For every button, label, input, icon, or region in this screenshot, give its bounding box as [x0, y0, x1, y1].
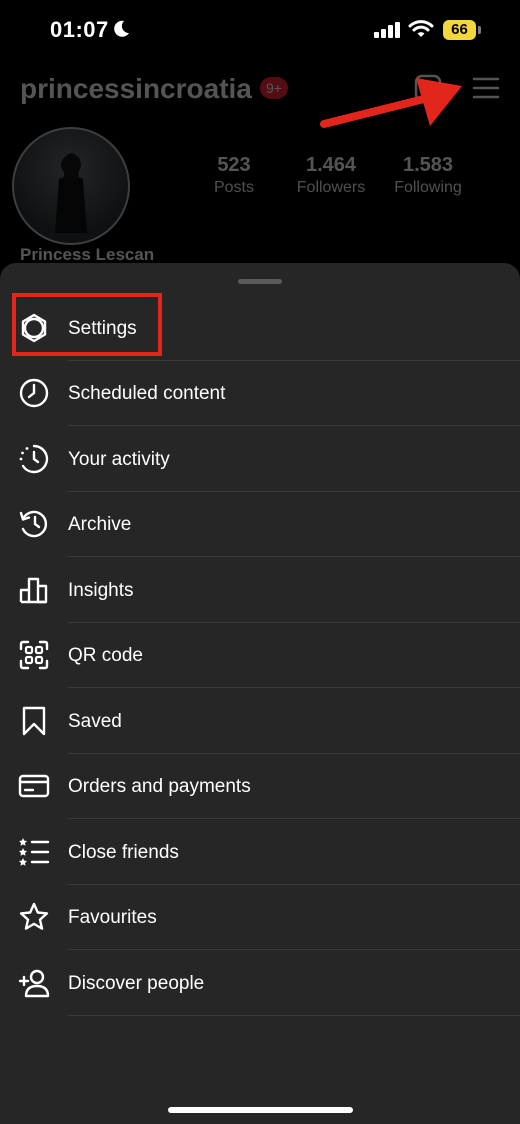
- notification-badge: 9+: [260, 77, 288, 99]
- battery-cap: [478, 26, 481, 34]
- wifi-icon: [408, 20, 434, 37]
- divider: [68, 818, 520, 819]
- menu-item-close-friends[interactable]: Close friends: [0, 820, 520, 885]
- menu-item-label: Saved: [68, 711, 122, 732]
- menu-item-orders-and-payments[interactable]: Orders and payments: [0, 754, 520, 819]
- following-stat[interactable]: 1.583 Following: [378, 154, 478, 197]
- divider: [68, 1015, 520, 1016]
- profile-display-name: Princess Lescan: [20, 245, 155, 264]
- posts-stat[interactable]: 523 Posts: [184, 154, 284, 197]
- status-bar: 01:07 66: [0, 0, 520, 62]
- divider: [68, 949, 520, 950]
- menu-item-qr-code[interactable]: QR code: [0, 623, 520, 688]
- divider: [68, 425, 520, 426]
- menu-item-favourites[interactable]: Favourites: [0, 885, 520, 950]
- menu-item-scheduled-content[interactable]: Scheduled content: [0, 361, 520, 426]
- menu-item-label: Discover people: [68, 973, 205, 994]
- credit-card-icon: [18, 774, 50, 798]
- hamburger-menu-icon[interactable]: [472, 76, 500, 100]
- followers-count: 1.464: [305, 154, 357, 176]
- menu-item-label: Favourites: [68, 907, 157, 928]
- menu-item-insights[interactable]: Insights: [0, 558, 520, 623]
- followers-stat[interactable]: 1.464 Followers: [281, 154, 381, 197]
- menu-bottom-sheet: Settings Scheduled content Your activity…: [0, 263, 520, 1124]
- following-label: Following: [394, 179, 462, 196]
- menu-item-archive[interactable]: Archive: [0, 492, 520, 557]
- posts-label: Posts: [213, 179, 254, 196]
- bookmark-icon: [22, 706, 46, 736]
- close-friends-list-icon: [19, 838, 50, 866]
- menu-item-label: Your activity: [68, 449, 170, 470]
- status-time: 01:07: [50, 17, 109, 42]
- followers-label: Followers: [296, 179, 366, 196]
- menu-item-label: Orders and payments: [68, 776, 251, 797]
- annotation-arrow-icon: [320, 78, 462, 128]
- battery-indicator: 66: [443, 20, 476, 40]
- cellular-signal-icon: [374, 22, 400, 38]
- divider: [68, 687, 520, 688]
- menu-item-saved[interactable]: Saved: [0, 689, 520, 754]
- clock-icon: [19, 378, 49, 408]
- menu-item-label: QR code: [68, 645, 143, 666]
- insights-chart-icon: [19, 577, 48, 604]
- activity-icon: [19, 444, 49, 474]
- moon-icon: [114, 20, 129, 37]
- menu-item-your-activity[interactable]: Your activity: [0, 427, 520, 492]
- archive-icon: [19, 510, 48, 538]
- home-indicator[interactable]: [168, 1107, 353, 1113]
- menu-item-label: Archive: [68, 514, 132, 535]
- profile-username[interactable]: princessincroatia: [20, 73, 252, 105]
- menu-item-label: Insights: [68, 580, 134, 601]
- divider: [68, 556, 520, 557]
- add-person-icon: [18, 969, 50, 998]
- profile-avatar[interactable]: [12, 127, 130, 245]
- star-icon: [19, 902, 49, 930]
- following-count: 1.583: [402, 154, 454, 176]
- menu-item-label: Close friends: [68, 842, 179, 863]
- avatar-figure: [55, 153, 87, 233]
- sheet-drag-handle[interactable]: [238, 279, 282, 284]
- qr-code-icon: [19, 640, 49, 670]
- menu-item-discover-people[interactable]: Discover people: [0, 951, 520, 1016]
- posts-count: 523: [217, 154, 251, 176]
- menu-item-label: Scheduled content: [68, 383, 226, 404]
- settings-highlight-box: [12, 293, 162, 356]
